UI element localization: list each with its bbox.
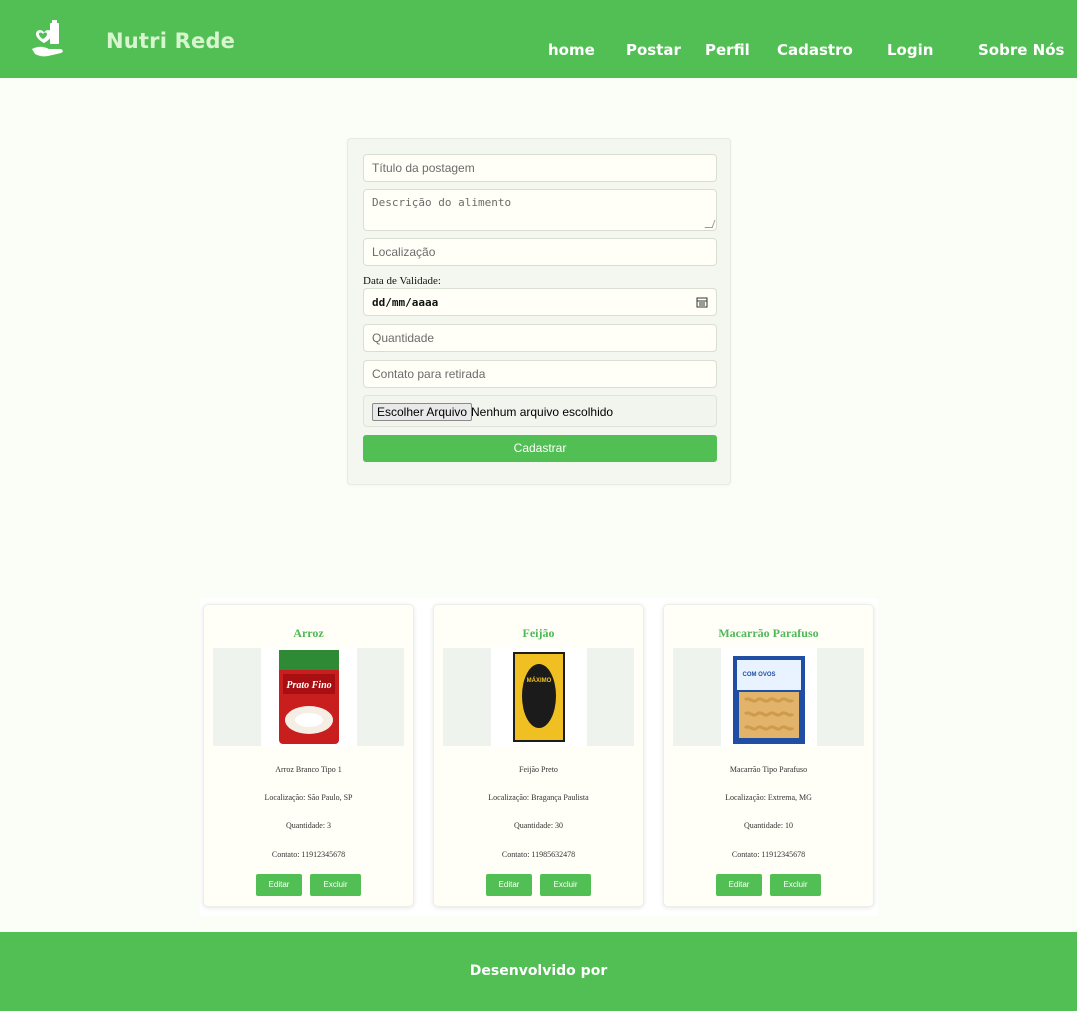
- brand-name[interactable]: Nutri Rede: [106, 29, 235, 53]
- location-input[interactable]: Localização: [363, 238, 717, 266]
- post-form: Título da postagem Descrição do alimento…: [347, 138, 731, 485]
- pasta-brand-text: COM OVOS: [742, 672, 775, 678]
- resize-grip-icon[interactable]: [704, 220, 716, 228]
- card-image: COM OVOS: [673, 648, 864, 746]
- card-title: Macarrão Parafuso: [718, 626, 819, 640]
- nav-perfil[interactable]: Perfil: [705, 41, 750, 59]
- delete-button[interactable]: Excluir: [310, 874, 361, 896]
- quantity-input[interactable]: Quantidade: [363, 324, 717, 352]
- food-donation-logo-icon[interactable]: [28, 18, 68, 64]
- delete-button[interactable]: Excluir: [770, 874, 821, 896]
- expiry-date-input[interactable]: dd/mm/aaaa: [363, 288, 717, 316]
- food-card: Macarrão Parafuso COM OVOS Macarrão Tipo…: [663, 604, 874, 907]
- card-title: Arroz: [293, 626, 324, 640]
- food-card: Arroz Prato Fino Arroz Branco Tipo 1 Loc…: [203, 604, 414, 907]
- edit-button[interactable]: Editar: [486, 874, 532, 896]
- card-quantity: Quantidade: 30: [513, 821, 564, 830]
- nav-postar[interactable]: Postar: [626, 41, 681, 59]
- date-value: dd/mm/aaaa: [372, 296, 439, 309]
- expiry-date-label: Data de Validade:: [363, 275, 441, 287]
- card-quantity: Quantidade: 3: [285, 821, 332, 830]
- nav-login[interactable]: Login: [887, 41, 933, 59]
- card-image: MÁXIMO: [443, 648, 634, 746]
- rice-package-image: Prato Fino: [279, 650, 339, 744]
- card-description: Arroz Branco Tipo 1: [275, 765, 342, 774]
- card-contact: Contato: 11985632478: [501, 850, 576, 859]
- card-contact: Contato: 11912345678: [731, 850, 806, 859]
- file-status: Nenhum arquivo escolhido: [471, 405, 614, 419]
- page-footer: Desenvolvido por: [0, 932, 1077, 1011]
- description-placeholder: Descrição do alimento: [372, 196, 512, 209]
- title-input[interactable]: Título da postagem: [363, 154, 717, 182]
- card-location: Localização: São Paulo, SP: [264, 793, 353, 802]
- delete-button[interactable]: Excluir: [540, 874, 591, 896]
- card-description: Macarrão Tipo Parafuso: [729, 765, 808, 774]
- nav-home[interactable]: home: [548, 41, 595, 59]
- card-contact: Contato: 11912345678: [271, 850, 346, 859]
- nav-sobre-nos[interactable]: Sobre Nós: [978, 41, 1064, 59]
- card-location: Localização: Bragança Paulista: [488, 793, 589, 802]
- submit-button[interactable]: Cadastrar: [363, 435, 717, 462]
- file-input[interactable]: Escolher Arquivo Nenhum arquivo escolhid…: [363, 395, 717, 427]
- card-description: Feijão Preto: [519, 765, 558, 774]
- card-image: Prato Fino: [213, 648, 404, 746]
- beans-brand-text: MÁXIMO: [527, 677, 552, 684]
- footer-credit: Desenvolvido por: [469, 963, 608, 979]
- calendar-icon[interactable]: [696, 296, 708, 308]
- edit-button[interactable]: Editar: [256, 874, 302, 896]
- food-card: Feijão MÁXIMO Feijão Preto Localização: …: [433, 604, 644, 907]
- description-textarea[interactable]: Descrição do alimento: [363, 189, 717, 231]
- edit-button[interactable]: Editar: [716, 874, 762, 896]
- contact-input[interactable]: Contato para retirada: [363, 360, 717, 388]
- card-quantity: Quantidade: 10: [743, 821, 794, 830]
- choose-file-button[interactable]: Escolher Arquivo: [372, 403, 473, 421]
- top-navbar: Nutri Rede home Postar Perfil Cadastro L…: [0, 0, 1077, 78]
- beans-package-image: MÁXIMO: [513, 652, 565, 742]
- rice-brand-text: Prato Fino: [286, 680, 331, 691]
- pasta-package-image: COM OVOS: [733, 656, 805, 744]
- card-title: Feijão: [522, 626, 555, 640]
- nav-cadastro[interactable]: Cadastro: [777, 41, 853, 59]
- card-location: Localização: Extrema, MG: [725, 793, 812, 802]
